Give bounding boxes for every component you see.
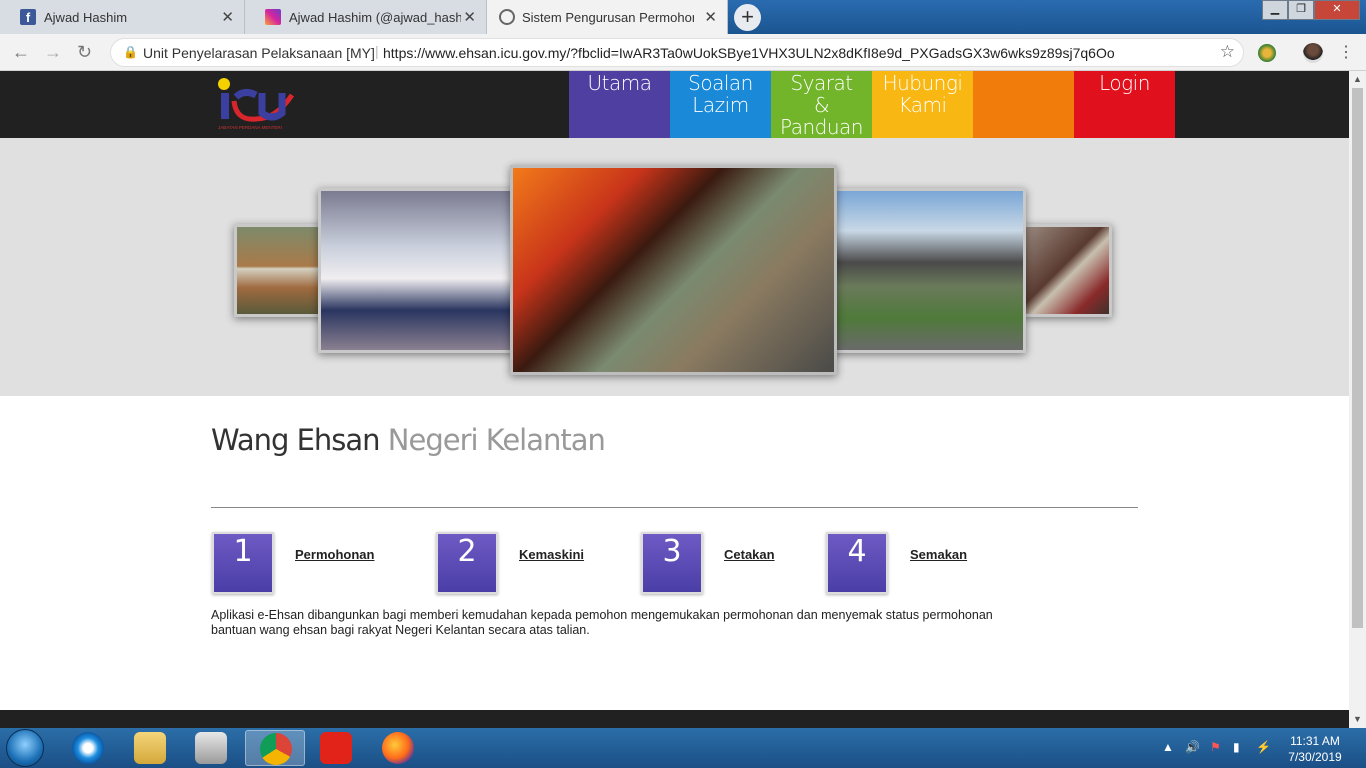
window-close-button[interactable]: ✕ — [1314, 0, 1360, 20]
tab-instagram[interactable]: Ajwad Hashim (@ajwad_hashim) ✕ — [245, 0, 487, 34]
tab-label: Ajwad Hashim — [44, 10, 128, 25]
menu-item-hubungi-kami[interactable]: Hubungi Kami — [872, 71, 973, 138]
close-icon[interactable]: ✕ — [704, 8, 717, 26]
tab-label: Sistem Pengurusan Permohonan — [522, 10, 694, 25]
menu-label-line: Soalan — [688, 71, 753, 95]
scroll-up-icon[interactable]: ▲ — [1353, 74, 1362, 84]
step-number-box[interactable]: 4 — [826, 532, 888, 594]
construction-photo — [830, 188, 1026, 353]
menu-label-line: Lazim — [692, 93, 749, 117]
step-number-box[interactable]: 3 — [641, 532, 703, 594]
classroom-photo — [318, 188, 516, 353]
menu-icon[interactable]: ⋮ — [1338, 42, 1354, 62]
disaster-photo — [510, 165, 837, 375]
close-icon[interactable]: ✕ — [221, 8, 234, 26]
title-main: Wang Ehsan — [211, 423, 381, 457]
browser-tab-bar: f Ajwad Hashim ✕ Ajwad Hashim (@ajwad_ha… — [0, 0, 1366, 34]
menu-label-line: Hubungi — [882, 71, 963, 95]
menu-item-syarat-panduan[interactable]: Syarat & Panduan — [771, 71, 872, 138]
globe-icon — [499, 9, 515, 25]
facebook-icon: f — [20, 9, 36, 25]
tab-label: Ajwad Hashim (@ajwad_hashim) — [289, 10, 461, 25]
kemaskini-link[interactable]: Kemaskini — [519, 547, 584, 562]
chrome-icon[interactable] — [245, 730, 305, 766]
semakan-link[interactable]: Semakan — [910, 547, 967, 562]
menu-item-soalan-lazim[interactable]: Soalan Lazim — [670, 71, 771, 138]
volume-icon[interactable]: 🔊 — [1185, 740, 1200, 754]
certificate-org[interactable]: Unit Penyelarasan Pelaksanaan [MY] — [143, 45, 375, 61]
site-footer — [0, 710, 1349, 728]
menu-label-line: & Panduan — [780, 93, 863, 139]
tab-sistem-pengurusan[interactable]: Sistem Pengurusan Permohonan ✕ — [487, 0, 728, 34]
taskbar: ▲ 🔊 ⚑ ▮ ⚡ 11:31 AM 7/30/2019 — [0, 728, 1366, 768]
network-icon[interactable]: ▮ — [1233, 740, 1240, 754]
divider — [211, 507, 1138, 508]
step-number-box[interactable]: 2 — [436, 532, 498, 594]
address-toolbar: ← → ↻ 🔒 Unit Penyelarasan Pelaksanaan [M… — [0, 34, 1366, 71]
power-icon[interactable]: ⚡ — [1256, 740, 1271, 754]
extension-icon[interactable] — [1258, 44, 1276, 62]
taskbar-clock[interactable]: 11:31 AM 7/30/2019 — [1282, 733, 1348, 765]
menu-item-utama[interactable]: Utama — [569, 71, 670, 138]
instagram-icon — [265, 9, 281, 25]
lock-icon[interactable]: 🔒 — [123, 45, 138, 59]
house-photo — [234, 224, 324, 317]
menu-label-line: Syarat — [790, 71, 853, 95]
media-player-icon[interactable] — [181, 730, 241, 766]
site-header: JABATAN PERDANA MENTERI Utama Soalan Lazim… — [0, 71, 1349, 138]
page-viewport: JABATAN PERDANA MENTERI Utama Soalan Lazim… — [0, 71, 1349, 728]
minimize-button[interactable]: ▁ — [1262, 0, 1288, 20]
action-center-icon[interactable]: ⚑ — [1210, 740, 1221, 754]
step-number-box[interactable]: 1 — [212, 532, 274, 594]
page-title: Wang Ehsan Negeri Kelantan — [211, 423, 606, 457]
icu-logo[interactable]: JABATAN PERDANA MENTERI — [216, 75, 298, 135]
menu-item-login[interactable]: Login — [1074, 71, 1175, 138]
maximize-button[interactable]: ❐ — [1288, 0, 1314, 20]
show-hidden-icons[interactable]: ▲ — [1162, 740, 1174, 754]
bookmark-star-icon[interactable]: ☆ — [1220, 42, 1235, 62]
internet-explorer-icon[interactable] — [58, 730, 118, 766]
divider: | — [375, 43, 379, 59]
menu-item-blank — [973, 71, 1074, 138]
title-sub: Negeri Kelantan — [387, 423, 606, 457]
back-icon[interactable]: ← — [12, 42, 30, 63]
tab-facebook[interactable]: f Ajwad Hashim ✕ — [0, 0, 245, 34]
cetakan-link[interactable]: Cetakan — [724, 547, 775, 562]
vertical-scrollbar[interactable]: ▲ ▼ — [1349, 71, 1366, 728]
forward-icon[interactable]: → — [44, 42, 62, 63]
file-explorer-icon[interactable] — [120, 730, 180, 766]
start-button[interactable] — [6, 729, 44, 767]
close-icon[interactable]: ✕ — [463, 8, 476, 26]
scroll-down-icon[interactable]: ▼ — [1353, 714, 1362, 724]
new-tab-button[interactable]: + — [734, 4, 761, 31]
permohonan-link[interactable]: Permohonan — [295, 547, 374, 562]
clock-date: 7/30/2019 — [1288, 750, 1342, 764]
scrollbar-thumb[interactable] — [1352, 88, 1363, 628]
app-icon[interactable] — [306, 730, 366, 766]
logo-caption: JABATAN PERDANA MENTERI — [218, 125, 282, 130]
address-bar[interactable]: 🔒 Unit Penyelarasan Pelaksanaan [MY] | h… — [110, 38, 1244, 67]
clock-time: 11:31 AM — [1290, 734, 1340, 748]
bottles-photo — [1022, 224, 1112, 317]
avatar[interactable] — [1303, 43, 1323, 63]
url-text[interactable]: https://www.ehsan.icu.gov.my/?fbclid=IwA… — [383, 45, 1115, 61]
description-text: Aplikasi e-Ehsan dibangunkan bagi member… — [211, 608, 993, 637]
photo-banner — [0, 138, 1349, 396]
firefox-icon[interactable] — [368, 730, 428, 766]
menu-label-line: Kami — [898, 93, 947, 117]
reload-icon[interactable]: ↻ — [77, 42, 92, 63]
